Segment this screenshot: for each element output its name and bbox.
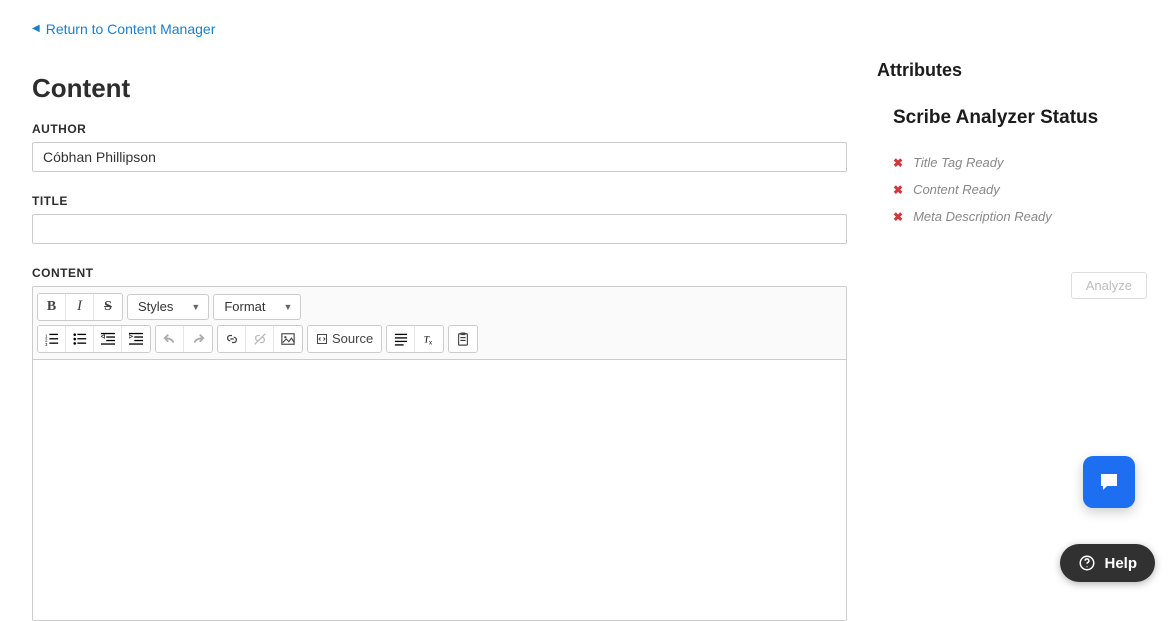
status-item-meta-desc: ✖ Meta Description Ready [893,209,1147,224]
status-label: Meta Description Ready [913,209,1052,224]
help-fab[interactable]: Help [1060,544,1155,582]
undo-button[interactable] [156,326,184,352]
x-icon: ✖ [893,156,903,170]
format-select-label: Format [224,299,265,314]
unordered-list-button[interactable] [66,326,94,352]
ordered-list-button[interactable]: 123 [38,326,66,352]
status-label: Content Ready [913,182,1000,197]
link-button[interactable] [218,326,246,352]
help-label: Help [1104,555,1137,572]
editor-toolbar: B I S Styles ▼ Format ▼ [33,287,846,360]
paste-button[interactable] [449,326,477,352]
author-input[interactable] [32,142,847,172]
clear-format-button[interactable]: Tx [415,326,443,352]
help-icon [1078,554,1096,572]
content-heading: Content [32,73,847,104]
title-input[interactable] [32,214,847,244]
justify-button[interactable] [387,326,415,352]
chat-fab[interactable] [1083,456,1135,508]
scribe-heading: Scribe Analyzer Status [893,107,1147,129]
source-button[interactable]: Source [308,326,381,352]
indent-button[interactable] [122,326,150,352]
source-button-label: Source [332,331,373,346]
status-label: Title Tag Ready [913,155,1003,170]
format-select[interactable]: Format ▼ [213,294,301,320]
x-icon: ✖ [893,210,903,224]
attributes-heading: Attributes [877,60,1147,81]
redo-button[interactable] [184,326,212,352]
unlink-button[interactable] [246,326,274,352]
styles-select-label: Styles [138,299,173,314]
chevron-down-icon: ▼ [284,302,293,312]
status-list: ✖ Title Tag Ready ✖ Content Ready ✖ Meta… [893,155,1147,224]
author-label: AUTHOR [32,122,847,136]
chat-icon [1097,470,1121,494]
image-button[interactable] [274,326,302,352]
status-item-content: ✖ Content Ready [893,182,1147,197]
status-item-title-tag: ✖ Title Tag Ready [893,155,1147,170]
svg-text:3: 3 [45,342,48,346]
chevron-down-icon: ▼ [191,302,200,312]
bold-button[interactable]: B [38,294,66,320]
content-label: CONTENT [32,266,847,280]
svg-text:x: x [429,339,432,346]
strikethrough-button[interactable]: S [94,294,122,320]
outdent-button[interactable] [94,326,122,352]
editor-content-area[interactable] [33,360,846,620]
x-icon: ✖ [893,183,903,197]
title-label: TITLE [32,194,847,208]
styles-select[interactable]: Styles ▼ [127,294,209,320]
back-triangle-icon: ◀ [32,23,40,34]
return-link[interactable]: ◀ Return to Content Manager [32,21,215,37]
return-link-label: Return to Content Manager [46,21,216,37]
italic-button[interactable]: I [66,294,94,320]
analyze-button[interactable]: Analyze [1071,272,1147,299]
rich-text-editor: B I S Styles ▼ Format ▼ [32,286,847,621]
